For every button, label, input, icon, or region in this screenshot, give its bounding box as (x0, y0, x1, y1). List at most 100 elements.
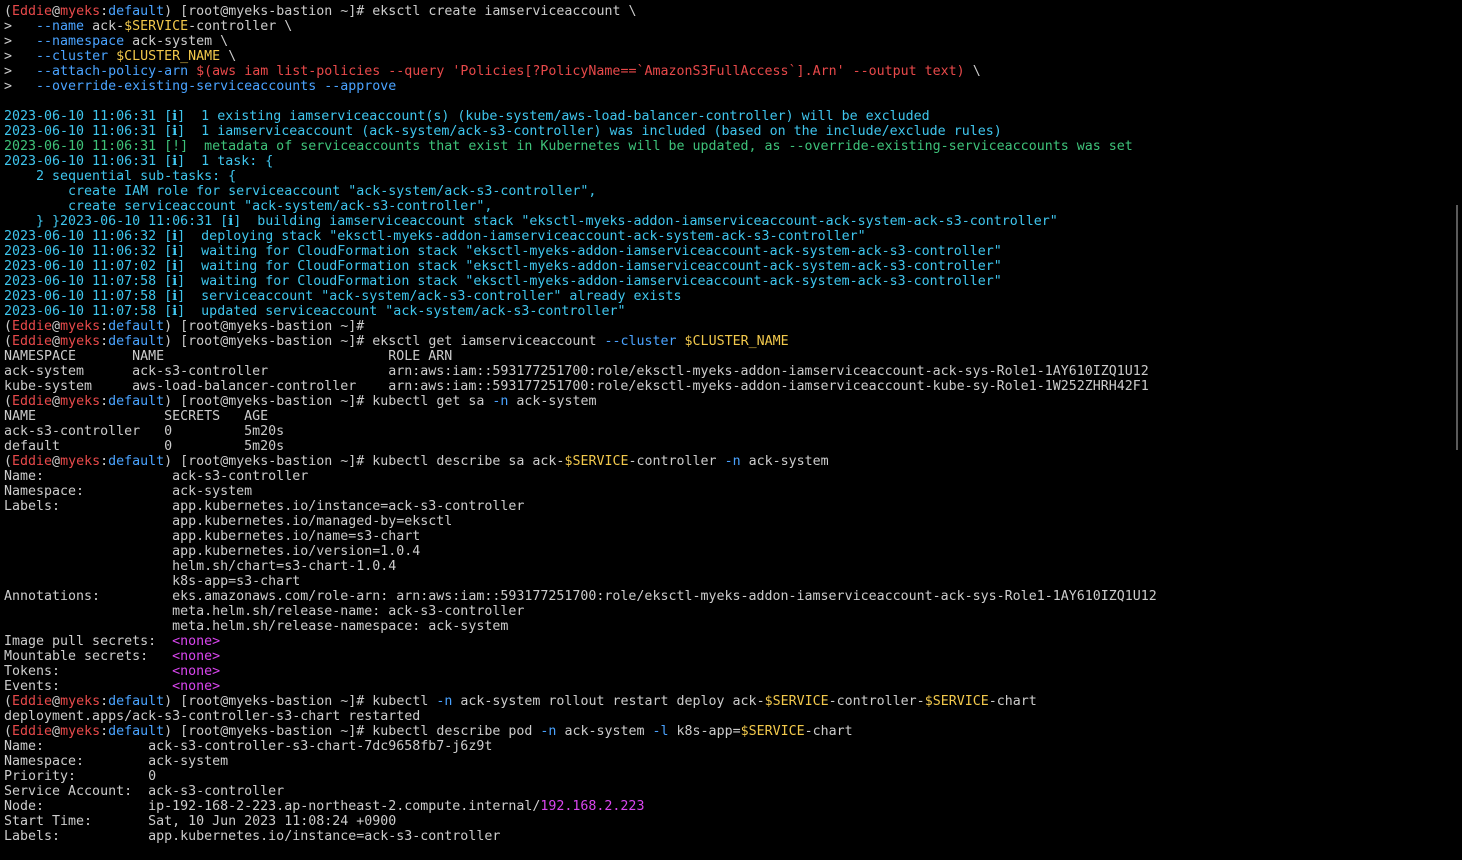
terminal-line: 2 sequential sub-tasks: { (4, 169, 1157, 184)
terminal-text: -controller \ (188, 19, 293, 34)
terminal-text: $SERVICE (564, 454, 629, 469)
terminal-text: myeks (60, 334, 101, 349)
terminal-text: : (100, 394, 109, 409)
terminal-line: > --attach-policy-arn $(aws iam list-pol… (4, 64, 1157, 79)
terminal-text: $CLUSTER_NAME (684, 334, 789, 349)
terminal-text: default (108, 694, 165, 709)
terminal-text: -n (436, 694, 453, 709)
terminal-text: ( (4, 4, 13, 19)
terminal-line: (Eddie@myeks:default) [root@myeks-bastio… (4, 4, 1157, 19)
terminal-text: } }2023-06-10 11:06:31 [ℹ] building iams… (4, 214, 1058, 229)
terminal-line: } }2023-06-10 11:06:31 [ℹ] building iams… (4, 214, 1157, 229)
terminal-text: myeks (60, 319, 101, 334)
terminal-line: Labels: app.kubernetes.io/instance=ack-s… (4, 829, 1157, 844)
terminal-text: > (4, 79, 37, 94)
terminal-text: -n (492, 394, 509, 409)
terminal-line: 2023-06-10 11:06:31 [ℹ] 1 existing iamse… (4, 109, 1157, 124)
terminal-line: k8s-app=s3-chart (4, 574, 1157, 589)
terminal-text: create IAM role for serviceaccount "ack-… (4, 184, 597, 199)
terminal-line: ack-s3-controller 0 5m20s (4, 424, 1157, 439)
terminal-line: > --cluster $CLUSTER_NAME \ (4, 49, 1157, 64)
terminal-text: ack- (84, 19, 125, 34)
terminal-text: Image pull secrets: (4, 634, 173, 649)
terminal-text: myeks (60, 394, 101, 409)
scrollbar[interactable] (1456, 205, 1458, 450)
terminal-line: (Eddie@myeks:default) [root@myeks-bastio… (4, 394, 1157, 409)
terminal-line: app.kubernetes.io/managed-by=eksctl (4, 514, 1157, 529)
terminal-text: ( (4, 394, 13, 409)
terminal-text: $SERVICE (740, 724, 805, 739)
terminal-text: Tokens: (4, 664, 173, 679)
terminal-text: Priority: 0 (4, 769, 157, 784)
terminal-text: -n (540, 724, 557, 739)
terminal-text: : (100, 334, 109, 349)
terminal-line: create IAM role for serviceaccount "ack-… (4, 184, 1157, 199)
terminal-text: ( (4, 694, 13, 709)
terminal-text: 2023-06-10 11:06:32 [ℹ] deploying stack … (4, 229, 866, 244)
terminal-text: : (100, 694, 109, 709)
terminal-line: 2023-06-10 11:07:02 [ℹ] waiting for Clou… (4, 259, 1157, 274)
terminal-window[interactable]: (Eddie@myeks:default) [root@myeks-bastio… (0, 0, 1462, 860)
terminal-text: Eddie (12, 334, 53, 349)
terminal-text: \ (964, 64, 981, 79)
terminal-text: @ (52, 334, 61, 349)
terminal-text: @ (52, 4, 61, 19)
terminal-text: k8s-app= (668, 724, 741, 739)
terminal-text: myeks (60, 724, 101, 739)
terminal-text: default (108, 4, 165, 19)
terminal-line: Tokens: <none> (4, 664, 1157, 679)
terminal-line: (Eddie@myeks:default) [root@myeks-bastio… (4, 319, 1157, 334)
terminal-line: (Eddie@myeks:default) [root@myeks-bastio… (4, 694, 1157, 709)
terminal-line: Namespace: ack-system (4, 754, 1157, 769)
terminal-text: Start Time: Sat, 10 Jun 2023 11:08:24 +0… (4, 814, 397, 829)
terminal-line: 2023-06-10 11:07:58 [ℹ] serviceaccount "… (4, 289, 1157, 304)
terminal-text: ack-s3-controller 0 5m20s (4, 424, 285, 439)
terminal-text: create serviceaccount "ack-system/ack-s3… (4, 199, 493, 214)
terminal-text: 2023-06-10 11:06:31 [ℹ] 1 iamserviceacco… (4, 124, 1002, 139)
terminal-line: app.kubernetes.io/name=s3-chart (4, 529, 1157, 544)
terminal-text: --name (36, 19, 85, 34)
terminal-text: $SERVICE (764, 694, 829, 709)
terminal-text: 2 sequential sub-tasks: { (4, 169, 237, 184)
terminal-text: --attach-policy-arn (36, 64, 189, 79)
terminal-line: 2023-06-10 11:06:31 [!] metadata of serv… (4, 139, 1157, 154)
terminal-text: Eddie (12, 394, 53, 409)
terminal-text: ) [root@myeks-bastion ~]# kubectl descri… (164, 454, 565, 469)
terminal-line: Mountable secrets: <none> (4, 649, 1157, 664)
terminal-line: app.kubernetes.io/version=1.0.4 (4, 544, 1157, 559)
terminal-text: <none> (172, 649, 221, 664)
terminal-text: : (100, 454, 109, 469)
terminal-text: ack-system (508, 394, 597, 409)
terminal-text: Namespace: ack-system (4, 754, 229, 769)
terminal-text: default (108, 454, 165, 469)
terminal-text: @ (52, 694, 61, 709)
terminal-output[interactable]: (Eddie@myeks:default) [root@myeks-bastio… (4, 4, 1157, 844)
terminal-text: default (108, 394, 165, 409)
terminal-text: : (100, 319, 109, 334)
terminal-line: helm.sh/chart=s3-chart-1.0.4 (4, 559, 1157, 574)
terminal-text: app.kubernetes.io/version=1.0.4 (4, 544, 421, 559)
terminal-text: --cluster (604, 334, 677, 349)
terminal-text: 2023-06-10 11:07:02 [ℹ] waiting for Clou… (4, 259, 1002, 274)
terminal-text: Name: ack-s3-controller (4, 469, 309, 484)
terminal-text: ( (4, 454, 13, 469)
terminal-text: @ (52, 394, 61, 409)
terminal-text: @ (52, 454, 61, 469)
terminal-text: 2023-06-10 11:07:58 [ℹ] serviceaccount "… (4, 289, 682, 304)
terminal-text: NAMESPACE NAME ROLE ARN (4, 349, 453, 364)
terminal-text: Eddie (12, 4, 53, 19)
terminal-line: Start Time: Sat, 10 Jun 2023 11:08:24 +0… (4, 814, 1157, 829)
terminal-line: 2023-06-10 11:06:32 [ℹ] deploying stack … (4, 229, 1157, 244)
terminal-text: Node: ip-192-168-2-223.ap-northeast-2.co… (4, 799, 541, 814)
terminal-line: kube-system aws-load-balancer-controller… (4, 379, 1157, 394)
terminal-line: (Eddie@myeks:default) [root@myeks-bastio… (4, 454, 1157, 469)
terminal-text: --namespace (36, 34, 125, 49)
terminal-text: helm.sh/chart=s3-chart-1.0.4 (4, 559, 397, 574)
terminal-line: create serviceaccount "ack-system/ack-s3… (4, 199, 1157, 214)
terminal-text: ) [root@myeks-bastion ~]# kubectl descri… (164, 724, 541, 739)
terminal-text: 2023-06-10 11:06:32 [ℹ] waiting for Clou… (4, 244, 1002, 259)
terminal-text: ) [root@myeks-bastion ~]# eksctl create … (164, 4, 637, 19)
terminal-text: 2023-06-10 11:06:31 [ℹ] 1 task: { (4, 154, 274, 169)
terminal-text: app.kubernetes.io/name=s3-chart (4, 529, 421, 544)
